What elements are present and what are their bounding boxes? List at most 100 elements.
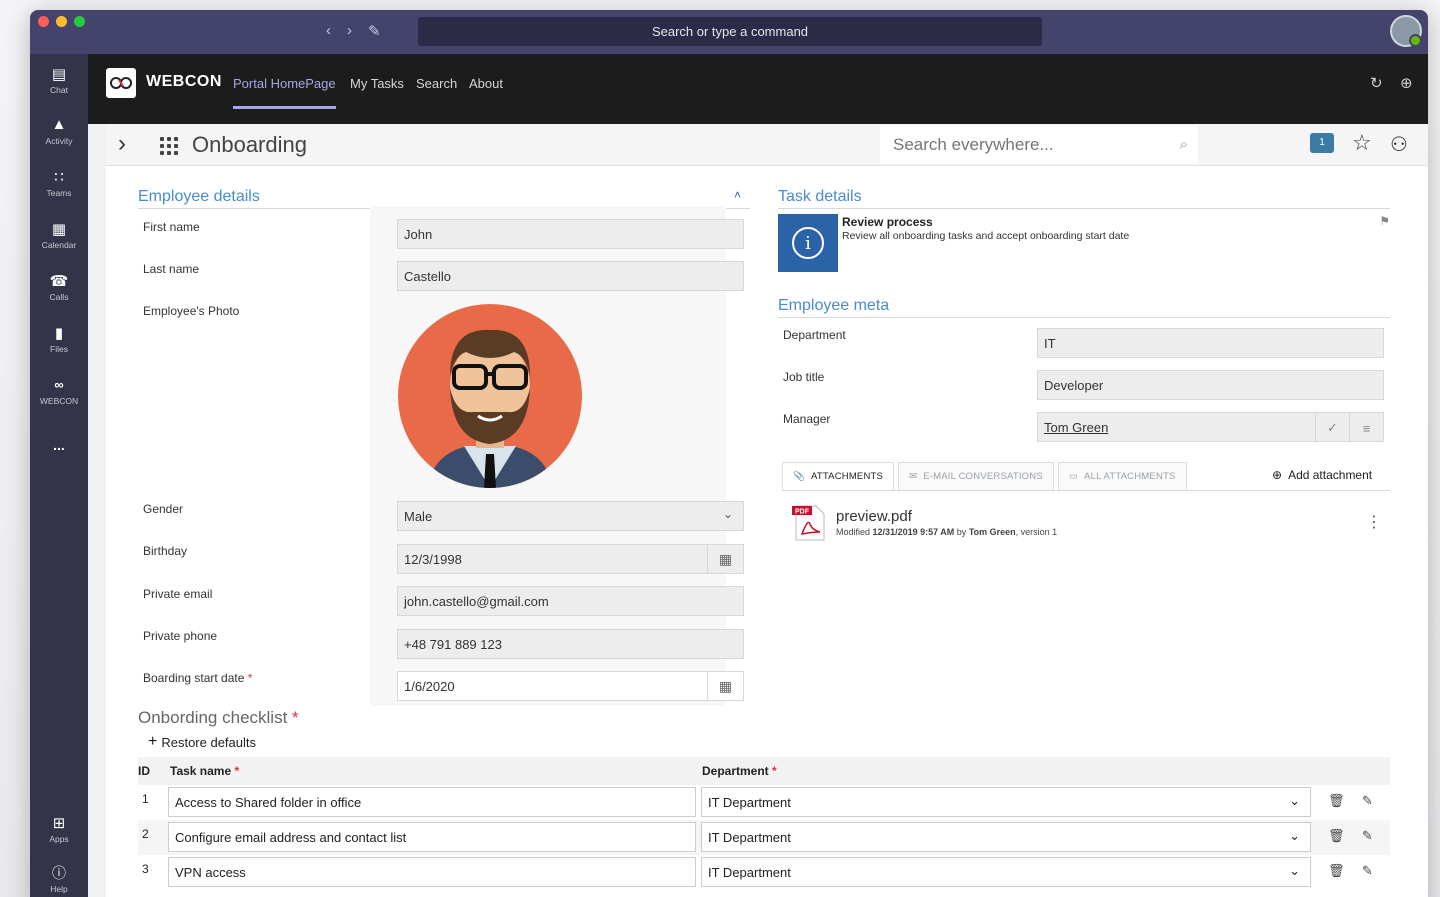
tab-email-conversations[interactable]: ✉ E-MAIL CONVERSATIONS — [898, 462, 1054, 490]
rail-item-teams[interactable]: ∷ Teams — [30, 168, 88, 199]
envelope-icon: ✉ — [909, 471, 918, 482]
more-icon: ... — [53, 436, 65, 453]
employee-photo-avatar[interactable] — [398, 304, 582, 488]
minimize-window-button[interactable] — [56, 16, 67, 27]
column-header-task: Task name * — [170, 764, 239, 778]
maximize-window-button[interactable] — [74, 16, 85, 27]
attachment-item[interactable]: PDF preview.pdf Modified 12/31/2019 9:57… — [788, 500, 1388, 546]
calendar-icon[interactable]: ▦ — [707, 672, 743, 700]
plus-icon: + — [148, 733, 158, 750]
refresh-icon[interactable]: ↻ — [1370, 74, 1383, 92]
rail-item-chat[interactable]: ▤ Chat — [30, 65, 88, 96]
task-card: i Review process Review all onboarding t… — [778, 212, 1390, 274]
checklist-table-header: ID Task name * Department * — [138, 757, 1390, 785]
bell-icon: ▲ — [51, 116, 67, 133]
add-attachment-button[interactable]: ⊕ Add attachment — [1272, 468, 1372, 482]
manager-value[interactable]: Tom Green — [1044, 420, 1108, 435]
tab-search[interactable]: Search — [416, 76, 457, 91]
department-field[interactable]: IT — [1037, 328, 1384, 358]
meta-prefix: Modified — [836, 527, 871, 537]
tab-portal-homepage[interactable]: Portal HomePage — [233, 76, 336, 91]
global-search-box[interactable]: ⌕ — [880, 126, 1198, 164]
rail-item-webcon[interactable]: ∞ WEBCON — [30, 376, 88, 406]
edit-icon[interactable]: ✎ — [1362, 793, 1373, 809]
command-search-input[interactable]: Search or type a command — [418, 17, 1042, 46]
boarding-start-label-text: Boarding start date — [143, 671, 245, 685]
meta-author: Tom Green — [968, 527, 1016, 537]
task-name-input[interactable]: VPN access — [168, 857, 696, 887]
department-select[interactable]: IT Department ⌄ — [701, 857, 1311, 887]
expand-menu-chevron-icon[interactable]: › — [118, 130, 126, 158]
private-phone-label: Private phone — [143, 629, 218, 643]
tab-all-attachments[interactable]: ▭ ALL ATTACHMENTS — [1057, 462, 1187, 490]
collapse-chevron-up-icon[interactable]: ˄ — [734, 188, 741, 202]
department-select[interactable]: IT Department ⌄ — [701, 822, 1311, 852]
edit-icon[interactable]: ✎ — [1362, 828, 1373, 844]
restore-defaults-button[interactable]: + Restore defaults — [148, 733, 256, 751]
notifications-badge[interactable]: 1 — [1310, 133, 1334, 153]
first-name-field[interactable]: John — [397, 219, 744, 249]
attachment-tabs: 📎 ATTACHMENTS ✉ E-MAIL CONVERSATIONS ▭ A… — [782, 462, 1191, 490]
back-arrow-icon[interactable]: ‹ — [326, 22, 331, 40]
compose-icon[interactable]: ✎ — [368, 22, 381, 40]
tab-attachments[interactable]: 📎 ATTACHMENTS — [782, 462, 895, 490]
task-name-input[interactable]: Access to Shared folder in office — [168, 787, 696, 817]
forward-arrow-icon[interactable]: › — [347, 22, 352, 40]
rail-item-more[interactable]: ... — [30, 436, 88, 456]
app-launcher-grid-icon[interactable] — [160, 137, 178, 155]
calendar-icon: ▦ — [51, 220, 67, 238]
calendar-icon[interactable]: ▦ — [707, 545, 743, 573]
tab-label: E-MAIL CONVERSATIONS — [923, 471, 1043, 482]
trash-icon[interactable]: 🗑 — [1328, 863, 1345, 879]
boarding-start-date-field[interactable]: 1/6/2020 ▦ — [397, 671, 744, 701]
private-email-field[interactable]: john.castello@gmail.com — [397, 586, 744, 616]
rail-item-files[interactable]: ▮ Files — [30, 324, 88, 355]
birthday-field[interactable]: 12/3/1998 ▦ — [397, 544, 744, 574]
user-avatar[interactable] — [1390, 15, 1422, 47]
trash-icon[interactable]: 🗑 — [1328, 828, 1345, 844]
chevron-down-icon[interactable]: ⌄ — [1289, 863, 1300, 879]
chevron-down-icon[interactable]: ⌄ — [1289, 828, 1300, 844]
rail-item-activity[interactable]: ▲ Activity — [30, 116, 88, 146]
flag-icon[interactable]: ⚑ — [1379, 214, 1390, 228]
chevron-down-icon[interactable]: ⌄ — [723, 507, 733, 521]
check-icon[interactable]: ✓ — [1315, 413, 1349, 443]
job-title-field[interactable]: Developer — [1037, 370, 1384, 400]
globe-icon[interactable]: ⊕ — [1400, 74, 1413, 92]
private-phone-field[interactable]: +48 791 889 123 — [397, 629, 744, 659]
rail-item-label: Calls — [49, 292, 69, 302]
pdf-badge: PDF — [795, 509, 810, 516]
gender-value: Male — [404, 509, 433, 524]
rail-item-calls[interactable]: ☎ Calls — [30, 272, 88, 303]
birthday-label: Birthday — [143, 544, 188, 558]
edit-icon[interactable]: ✎ — [1362, 863, 1373, 879]
rail-item-calendar[interactable]: ▦ Calendar — [30, 220, 88, 251]
search-icon[interactable]: ⌕ — [1180, 136, 1188, 153]
rail-item-apps[interactable]: ⊞ Apps — [30, 814, 88, 845]
last-name-field[interactable]: Castello — [397, 261, 744, 291]
pdf-file-icon: PDF — [792, 505, 825, 541]
tab-label: ALL ATTACHMENTS — [1084, 471, 1176, 482]
gender-label: Gender — [143, 502, 184, 516]
tab-my-tasks[interactable]: My Tasks — [350, 76, 404, 91]
tab-about[interactable]: About — [469, 76, 503, 91]
rail-item-label: Activity — [45, 136, 73, 146]
attachment-name[interactable]: preview.pdf — [836, 508, 912, 525]
trash-icon[interactable]: 🗑 — [1328, 793, 1345, 809]
star-icon[interactable]: ☆ — [1352, 130, 1372, 156]
department-select[interactable]: IT Department ⌄ — [701, 787, 1311, 817]
rail-item-help[interactable]: ⓘ Help — [30, 864, 88, 895]
teams-rail: ▤ Chat ▲ Activity ∷ Teams ▦ Calendar ☎ C… — [30, 54, 88, 897]
more-vertical-icon[interactable]: ⋮ — [1366, 512, 1382, 532]
user-profile-icon[interactable]: ⚇ — [1390, 132, 1408, 157]
task-name-input[interactable]: Configure email address and contact list — [168, 822, 696, 852]
close-window-button[interactable] — [38, 16, 49, 27]
gender-select[interactable]: Male ⌄ — [397, 501, 744, 531]
global-search-input[interactable] — [893, 135, 1163, 155]
chevron-down-icon[interactable]: ⌄ — [1289, 793, 1300, 809]
manager-field[interactable]: Tom Green ✓ ≡ — [1037, 412, 1384, 443]
apps-icon: ⊞ — [52, 814, 66, 832]
section-divider — [778, 208, 1390, 209]
list-icon[interactable]: ≡ — [1349, 413, 1383, 443]
task-details-title: Task details — [778, 188, 862, 205]
